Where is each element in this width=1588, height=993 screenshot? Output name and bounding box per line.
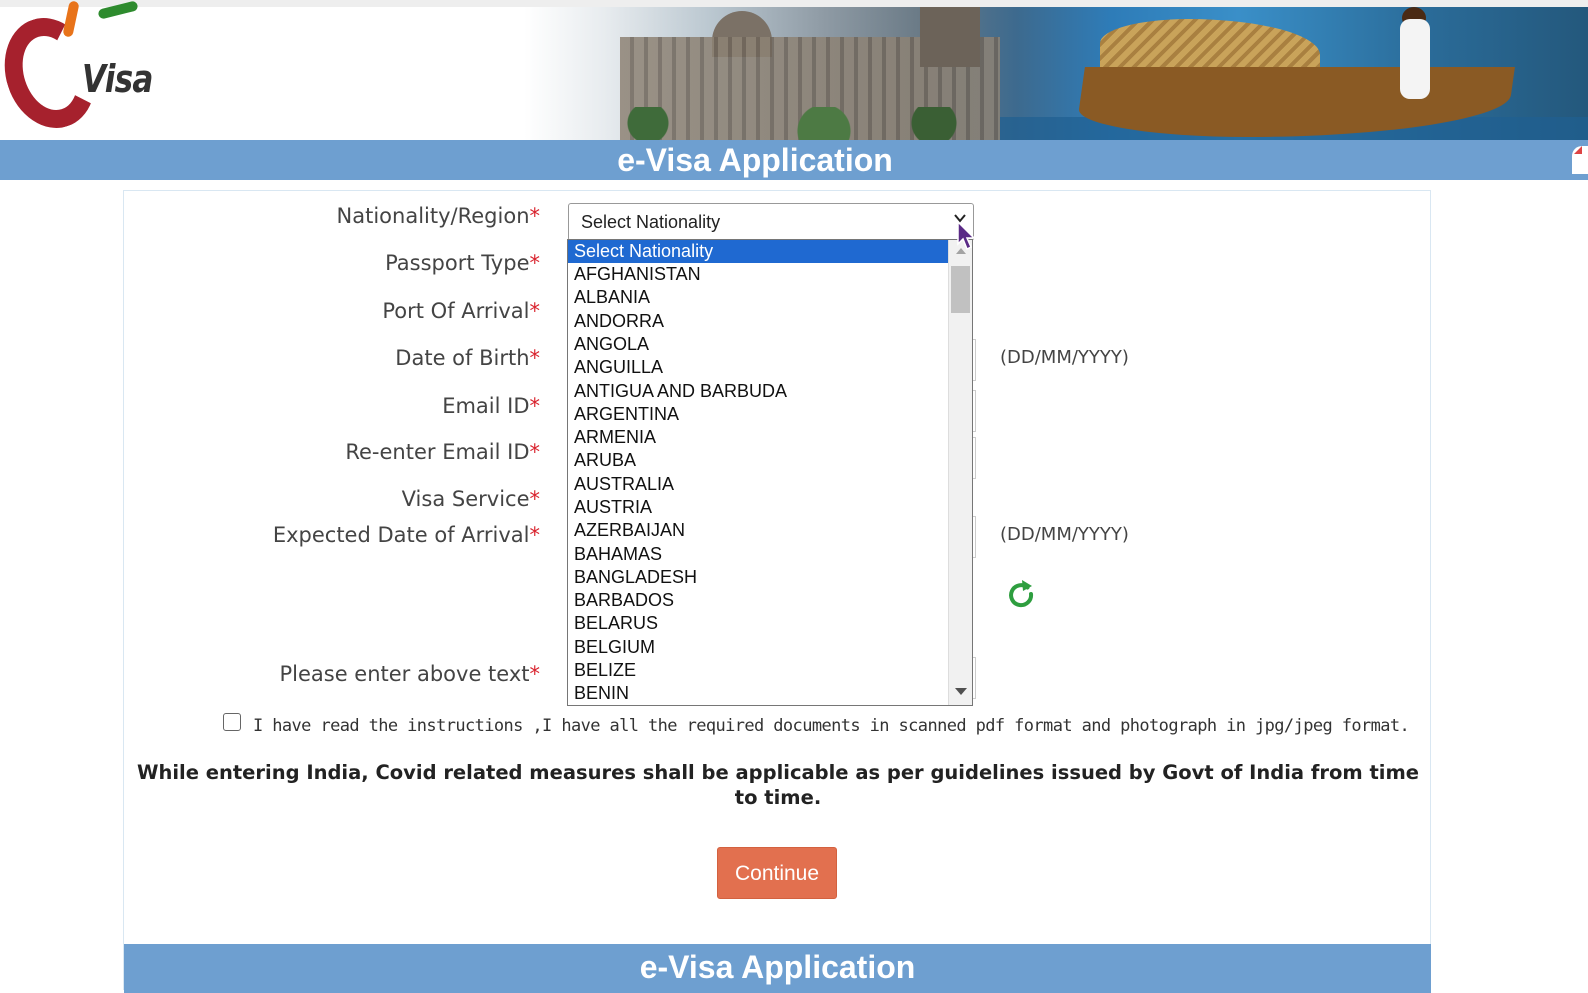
- mouse-cursor-icon: [957, 220, 976, 251]
- option-bahamas[interactable]: BAHAMAS: [568, 543, 948, 566]
- option-australia[interactable]: AUSTRALIA: [568, 473, 948, 496]
- browser-top-strip: [0, 0, 1588, 7]
- instructions-checkbox[interactable]: [223, 713, 241, 731]
- home-icon[interactable]: [1572, 146, 1588, 174]
- date-of-birth-label: Date of Birth*: [395, 346, 540, 370]
- option-belgium[interactable]: BELGIUM: [568, 636, 948, 659]
- instructions-checkbox-label: I have read the instructions ,I have all…: [253, 716, 1410, 736]
- banner-tower: [920, 7, 980, 67]
- footer-title: e-Visa Application: [639, 949, 916, 985]
- logo-leaf-orange: [62, 0, 80, 38]
- option-belarus[interactable]: BELARUS: [568, 612, 948, 635]
- nationality-dropdown-list[interactable]: Select Nationality AFGHANISTAN ALBANIA A…: [567, 239, 973, 706]
- option-afghanistan[interactable]: AFGHANISTAN: [568, 263, 948, 286]
- arrival-format-hint: (DD/MM/YYYY): [1000, 524, 1129, 545]
- option-albania[interactable]: ALBANIA: [568, 286, 948, 309]
- option-antigua-and-barbuda[interactable]: ANTIGUA AND BARBUDA: [568, 380, 948, 403]
- footer-title-bar: e-Visa Application: [124, 944, 1431, 993]
- option-aruba[interactable]: ARUBA: [568, 449, 948, 472]
- option-angola[interactable]: ANGOLA: [568, 333, 948, 356]
- option-argentina[interactable]: ARGENTINA: [568, 403, 948, 426]
- option-select-nationality[interactable]: Select Nationality: [568, 240, 948, 263]
- dob-format-hint: (DD/MM/YYYY): [1000, 347, 1129, 368]
- banner-person: [1400, 19, 1430, 99]
- reenter-email-label: Re-enter Email ID*: [345, 440, 540, 464]
- dropdown-scrollbar[interactable]: [948, 240, 972, 705]
- option-bangladesh[interactable]: BANGLADESH: [568, 566, 948, 589]
- passport-type-label: Passport Type*: [385, 251, 540, 275]
- scroll-thumb[interactable]: [951, 266, 970, 313]
- option-anguilla[interactable]: ANGUILLA: [568, 356, 948, 379]
- option-armenia[interactable]: ARMENIA: [568, 426, 948, 449]
- option-austria[interactable]: AUSTRIA: [568, 496, 948, 519]
- evisa-logo[interactable]: Visa: [0, 0, 170, 140]
- option-barbados[interactable]: BARBADOS: [568, 589, 948, 612]
- nationality-select-value: Select Nationality: [581, 212, 721, 232]
- port-of-arrival-label: Port Of Arrival*: [382, 299, 540, 323]
- banner-trees: [560, 107, 1000, 140]
- option-andorra[interactable]: ANDORRA: [568, 310, 948, 333]
- nationality-select[interactable]: Select Nationality: [568, 203, 974, 241]
- option-belize[interactable]: BELIZE: [568, 659, 948, 682]
- option-benin[interactable]: BENIN: [568, 682, 948, 705]
- email-label: Email ID*: [442, 394, 540, 418]
- scroll-down-arrow-icon[interactable]: [955, 688, 967, 695]
- visa-service-label: Visa Service*: [401, 487, 540, 511]
- captcha-label: Please enter above text*: [279, 662, 540, 686]
- header-banner: [0, 7, 1588, 140]
- nationality-label: Nationality/Region*: [336, 204, 540, 228]
- option-azerbaijan[interactable]: AZERBAIJAN: [568, 519, 948, 542]
- page-title: e-Visa Application: [617, 142, 893, 178]
- refresh-icon[interactable]: [1005, 578, 1037, 610]
- title-bar: e-Visa Application: [0, 140, 1588, 180]
- covid-notice: While entering India, Covid related meas…: [136, 761, 1420, 809]
- continue-button[interactable]: Continue: [717, 847, 837, 899]
- expected-arrival-label: Expected Date of Arrival*: [272, 523, 540, 547]
- logo-text: Visa: [82, 57, 153, 101]
